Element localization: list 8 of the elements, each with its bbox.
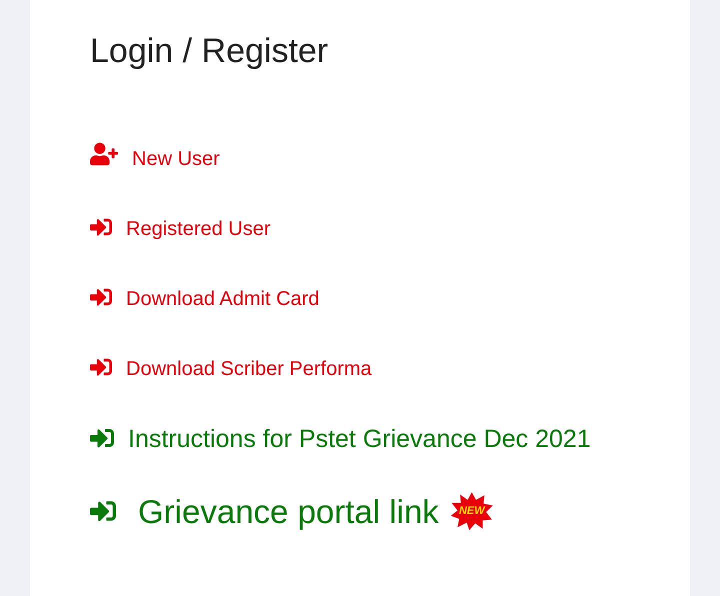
menu-link[interactable]: Download Scriber Performa <box>126 358 372 380</box>
menu-link[interactable]: Download Admit Card <box>126 288 320 310</box>
menu-link[interactable]: Instructions for Pstet Grievance Dec 2021 <box>128 424 591 452</box>
menu-link[interactable]: Registered User <box>126 218 271 240</box>
section-title: Login / Register <box>90 31 330 72</box>
menu-link[interactable]: New User <box>132 148 220 170</box>
menu-link[interactable]: Grievance portal link <box>138 486 439 536</box>
new-badge: NEW <box>450 492 493 530</box>
